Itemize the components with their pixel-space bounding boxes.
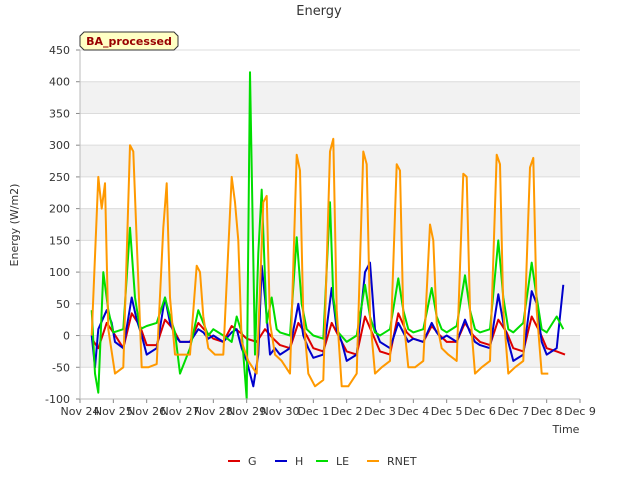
legend-label-rnet: RNET: [387, 455, 417, 468]
plot-area: [76, 49, 581, 403]
y-tick-label: -50: [52, 361, 70, 374]
legend-label-le: LE: [336, 455, 349, 468]
x-tick-label: Dec 3: [364, 405, 396, 418]
y-tick-label: 300: [49, 139, 70, 152]
x-axis-label: Time: [552, 423, 580, 436]
y-tick-label: 450: [49, 44, 70, 57]
badge-label: BA_processed: [86, 35, 172, 48]
x-tick-label: Nov 30: [261, 405, 300, 418]
x-tick-label: Dec 5: [431, 405, 463, 418]
x-tick-label: Dec 7: [497, 405, 529, 418]
x-tick-label: Dec 4: [397, 405, 429, 418]
legend: G H LE RNET: [228, 455, 417, 468]
legend-label-h: H: [295, 455, 303, 468]
y-axis-label: Energy (W/m2): [8, 184, 21, 267]
x-tick-label: Dec 6: [464, 405, 496, 418]
y-tick-label: 50: [56, 298, 70, 311]
y-tick-label: 150: [49, 234, 70, 247]
x-tick-label: Dec 2: [331, 405, 363, 418]
chart-title: Energy: [296, 4, 342, 19]
badge: BA_processed: [79, 31, 179, 51]
x-tick-label: Dec 9: [564, 405, 596, 418]
x-tick-label: Dec 1: [297, 405, 329, 418]
y-tick-label: 250: [49, 171, 70, 184]
energy-chart: Energy -100-5005010015020025030035040045…: [8, 4, 596, 468]
y-tick-label: 400: [49, 76, 70, 89]
band: [80, 81, 580, 114]
legend-label-g: G: [248, 455, 257, 468]
x-tick-label: Dec 8: [531, 405, 563, 418]
y-tick-label: 200: [49, 203, 70, 216]
y-tick-label: 100: [49, 266, 70, 279]
y-tick-label: 350: [49, 107, 70, 120]
y-tick-label: 0: [63, 330, 70, 343]
